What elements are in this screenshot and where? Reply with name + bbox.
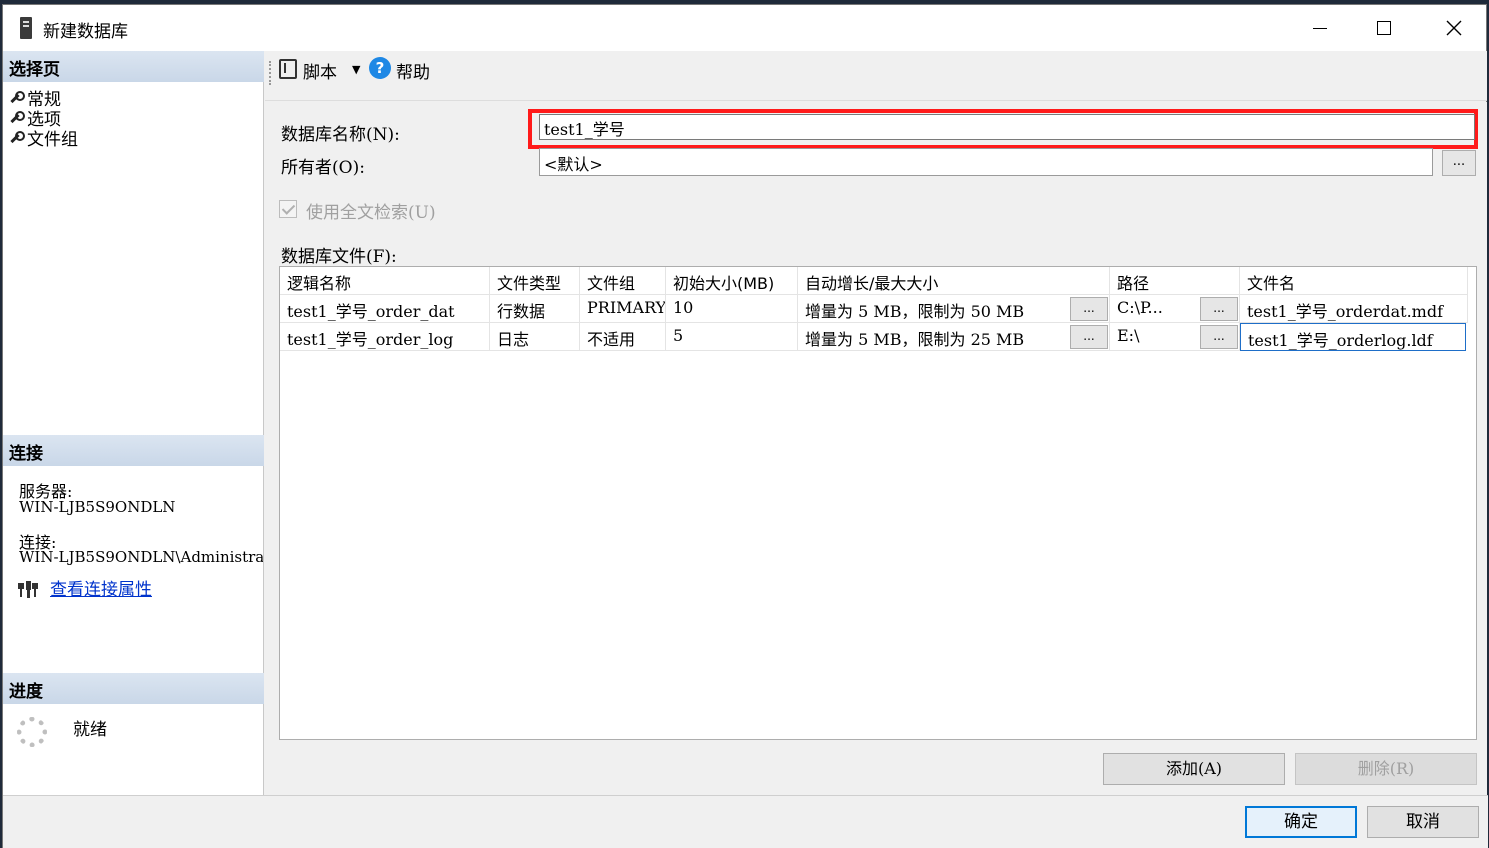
table-cell-logical-name[interactable]: test1_学号_order_dat xyxy=(280,295,490,323)
fulltext-checkbox xyxy=(279,200,297,218)
wrench-icon xyxy=(9,111,25,123)
remove-file-button[interactable]: 删除(R) xyxy=(1295,753,1477,785)
column-header[interactable]: 初始大小(MB) xyxy=(666,267,798,295)
table-cell-file-type[interactable]: 行数据 xyxy=(490,295,580,323)
table-cell-initial-size[interactable]: 5 xyxy=(666,323,798,351)
chevron-down-icon[interactable]: ▼ xyxy=(352,63,360,76)
dialog-button-bar: 确定 取消 xyxy=(3,795,1488,848)
autogrowth-browse-button[interactable]: ... xyxy=(1070,297,1108,321)
wrench-icon xyxy=(9,131,25,143)
add-file-button[interactable]: 添加(A) xyxy=(1103,753,1285,785)
db-name-input[interactable]: test1_学号 xyxy=(539,114,1475,140)
files-label: 数据库文件(F): xyxy=(281,247,397,267)
column-header[interactable]: 自动增长/最大大小 xyxy=(798,267,1110,295)
connection-value: WIN-LJB5S9ONDLN\Administrator xyxy=(19,548,263,566)
path-browse-button[interactable]: ... xyxy=(1200,297,1238,321)
new-database-dialog: 新建数据库 选择页 常规 选项 文件组 连接 服务器: WIN-LJB5S9ON… xyxy=(2,4,1488,848)
table-cell-initial-size[interactable]: 10 xyxy=(666,295,798,323)
table-cell-logical-name[interactable]: test1_学号_order_log xyxy=(280,323,490,351)
close-icon xyxy=(1446,20,1462,36)
table-cell-autogrowth: 增量为 5 MB，限制为 25 MB xyxy=(798,323,1110,351)
column-header[interactable]: 路径 xyxy=(1110,267,1240,295)
minimize-button[interactable] xyxy=(1289,5,1351,51)
table-cell-filegroup[interactable]: 不适用 xyxy=(580,323,666,351)
column-header[interactable]: 文件名 xyxy=(1240,267,1468,295)
table-cell-file-name-editing[interactable]: test1_学号_orderlog.ldf xyxy=(1240,323,1466,351)
ok-button[interactable]: 确定 xyxy=(1245,806,1357,838)
left-panel: 选择页 常规 选项 文件组 连接 服务器: WIN-LJB5S9ONDLN 连接… xyxy=(3,51,264,795)
database-icon xyxy=(20,17,32,39)
toolbar-grip xyxy=(269,61,271,85)
owner-browse-button[interactable]: ... xyxy=(1442,150,1476,176)
help-label: 帮助 xyxy=(396,63,430,83)
cancel-button[interactable]: 取消 xyxy=(1367,806,1479,838)
connection-header: 连接 xyxy=(3,435,264,466)
table-cell-file-type[interactable]: 日志 xyxy=(490,323,580,351)
column-header[interactable]: 逻辑名称 xyxy=(280,267,490,295)
toolbar: 脚本 ▼ ? 帮助 xyxy=(265,51,1487,101)
script-icon xyxy=(279,59,297,79)
select-page-header: 选择页 xyxy=(3,51,264,82)
page-filegroups[interactable]: 文件组 xyxy=(9,127,78,150)
owner-label: 所有者(O): xyxy=(281,158,365,178)
connection-properties-icon xyxy=(18,581,38,598)
path-browse-button[interactable]: ... xyxy=(1200,325,1238,349)
view-connection-properties-link[interactable]: 查看连接属性 xyxy=(50,575,152,600)
column-header[interactable]: 文件组 xyxy=(580,267,666,295)
help-icon: ? xyxy=(369,57,391,79)
maximize-button[interactable] xyxy=(1353,5,1415,51)
fulltext-label: 使用全文检索(U) xyxy=(306,203,436,223)
close-button[interactable] xyxy=(1423,5,1485,51)
db-name-label: 数据库名称(N): xyxy=(281,125,400,145)
general-page: 数据库名称(N): test1_学号 所有者(O): <默认> ... 使用全文… xyxy=(265,102,1487,795)
column-header[interactable]: 文件类型 xyxy=(490,267,580,295)
minimize-icon xyxy=(1313,27,1327,29)
title-bar: 新建数据库 xyxy=(3,5,1486,51)
server-value: WIN-LJB5S9ONDLN xyxy=(19,498,176,516)
wrench-icon xyxy=(9,91,25,103)
window-title: 新建数据库 xyxy=(43,22,128,42)
script-label: 脚本 xyxy=(303,63,337,83)
maximize-icon xyxy=(1377,21,1391,35)
autogrowth-browse-button[interactable]: ... xyxy=(1070,325,1108,349)
table-cell-filegroup[interactable]: PRIMARY xyxy=(580,295,666,323)
progress-status: 就绪 xyxy=(73,720,107,740)
table-cell-file-name[interactable]: test1_学号_orderdat.mdf xyxy=(1240,295,1468,323)
owner-input[interactable]: <默认> xyxy=(539,148,1433,176)
database-files-grid: 逻辑名称 文件类型 文件组 初始大小(MB) 自动增长/最大大小 路径 文件名 … xyxy=(279,266,1477,740)
page-label: 文件组 xyxy=(27,129,78,150)
table-cell-autogrowth: 增量为 5 MB，限制为 50 MB xyxy=(798,295,1110,323)
progress-spinner-icon xyxy=(17,717,47,747)
progress-header: 进度 xyxy=(3,673,264,704)
